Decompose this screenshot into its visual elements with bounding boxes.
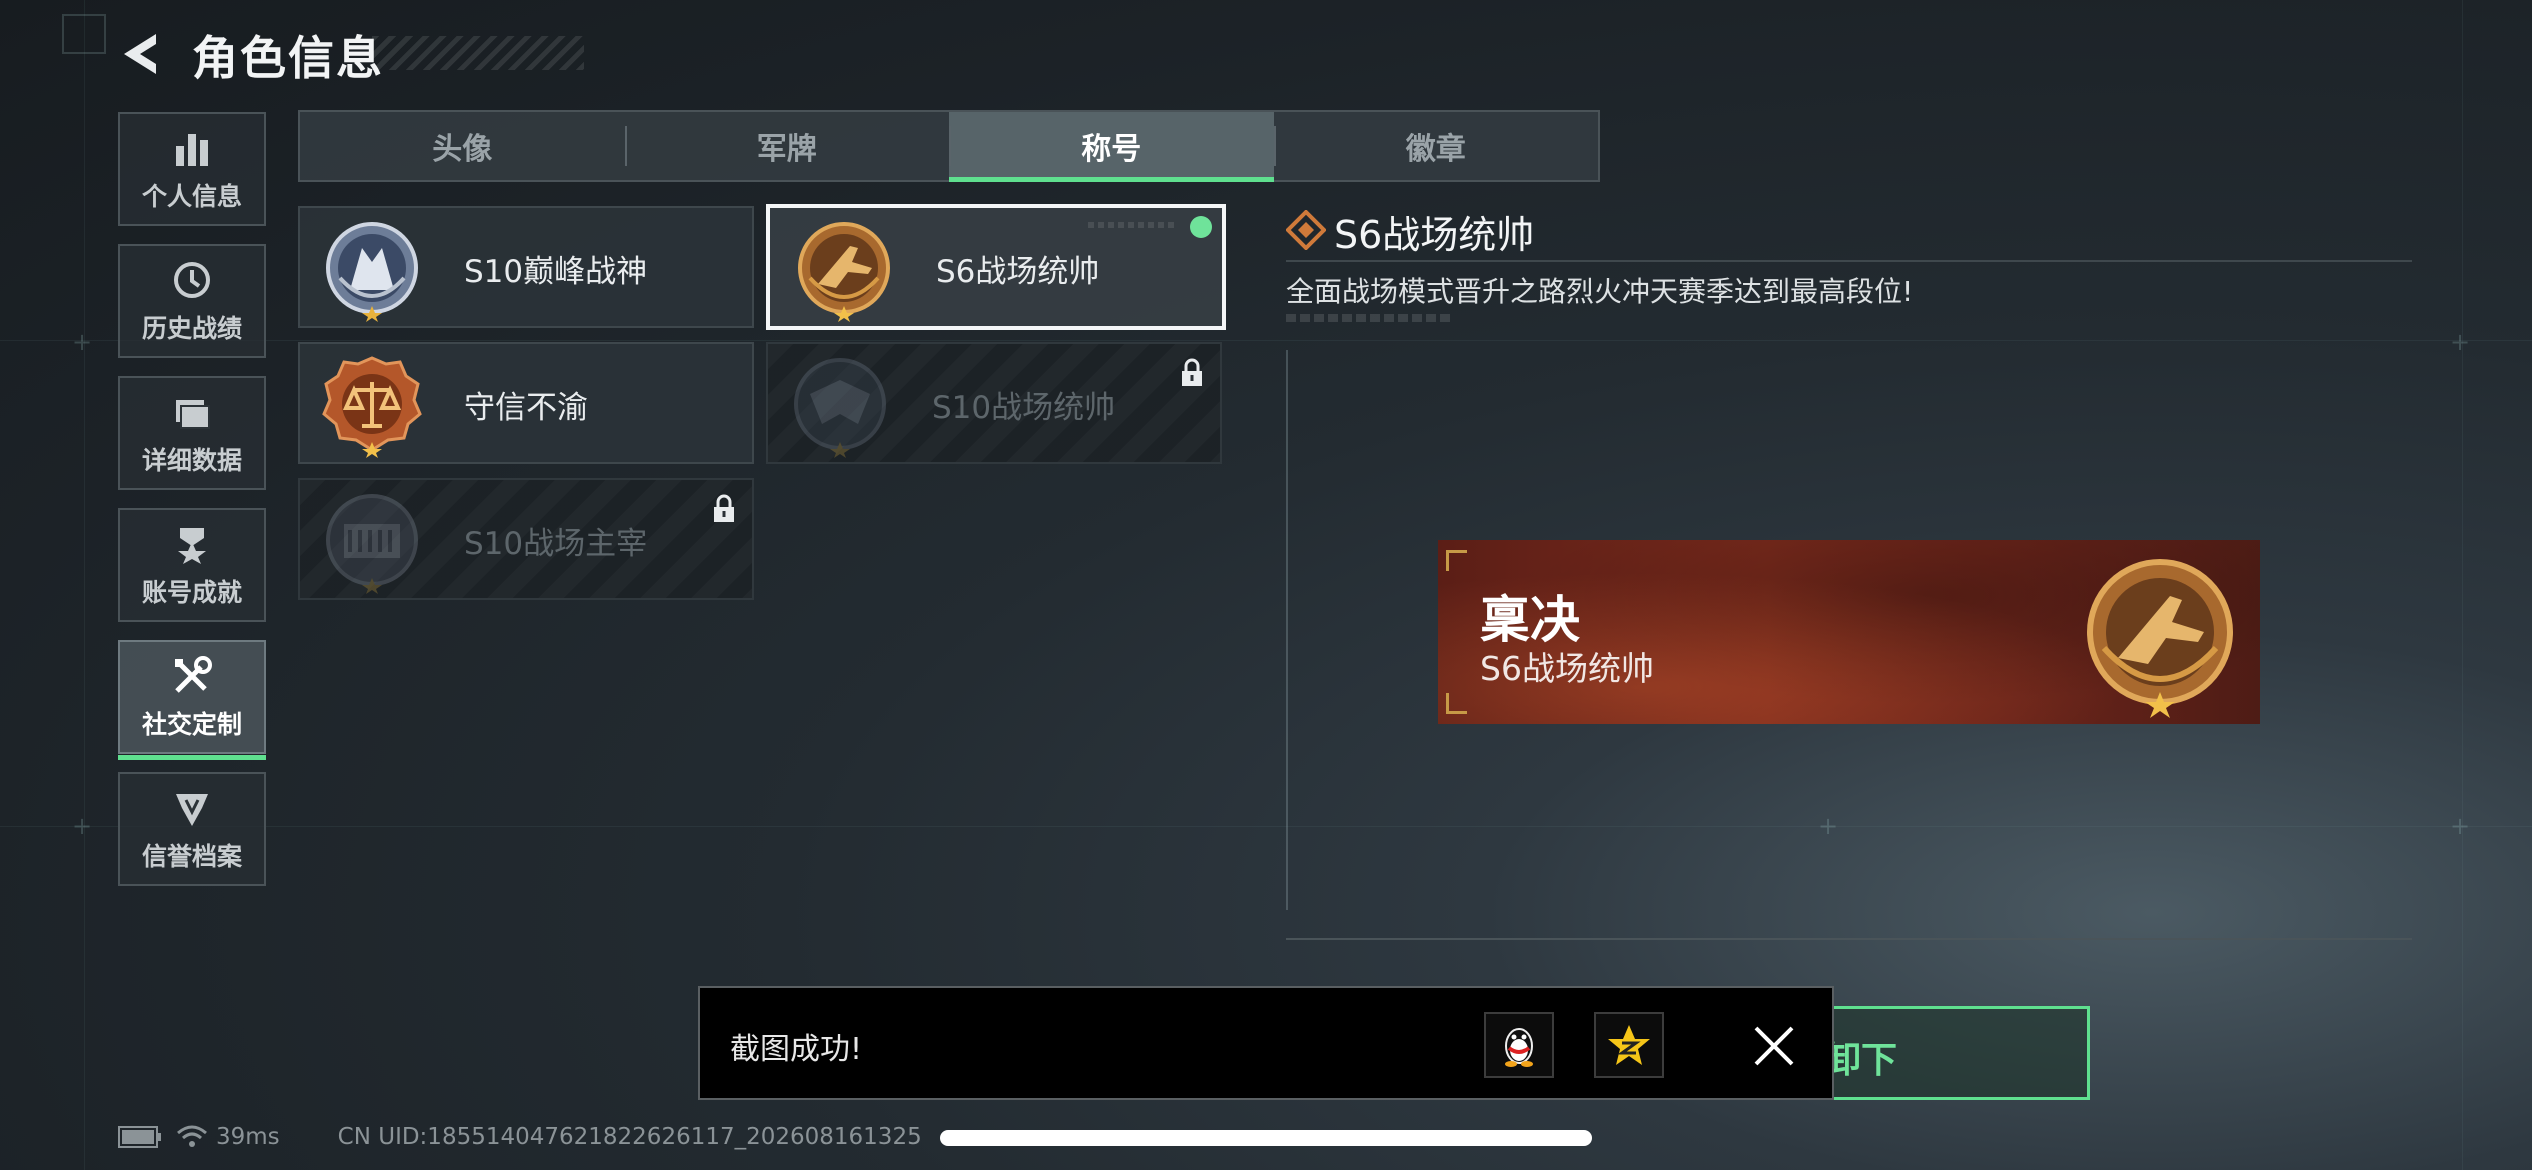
tab-dog-tag[interactable]: 军牌 xyxy=(624,112,950,180)
clock-icon xyxy=(169,257,215,303)
bg-grid-line xyxy=(0,340,2532,341)
nav-item-detailed-data[interactable]: 详细数据 xyxy=(118,376,266,490)
bg-crosshair: + xyxy=(1818,812,1839,840)
back-arrow-icon[interactable] xyxy=(118,30,162,78)
bronze-jet-badge-icon xyxy=(2087,559,2233,718)
wifi-icon xyxy=(177,1125,207,1147)
nav-item-label: 社交定制 xyxy=(141,710,242,739)
page-title: 角色信息 xyxy=(192,31,384,85)
nav-item-label: 信誉档案 xyxy=(141,842,242,871)
title-card-name: S10战场主宰 xyxy=(464,526,648,562)
folder-icon xyxy=(169,389,215,435)
preview-title: S6战场统帅 xyxy=(1480,649,1654,688)
title-card-name: S6战场统帅 xyxy=(936,254,1100,290)
title-preview-banner: 稟决 S6战场统帅 xyxy=(1438,540,2260,724)
bg-grid-line xyxy=(0,826,2532,827)
silver-peak-badge-icon xyxy=(326,222,418,322)
tab-avatar[interactable]: 头像 xyxy=(300,112,625,180)
qq-penguin-icon xyxy=(1505,1028,1533,1067)
detail-title: S6战场统帅 xyxy=(1334,213,1535,257)
title-card[interactable]: S10巅峰战神 xyxy=(298,206,754,328)
lock-icon xyxy=(1182,358,1202,386)
battery-icon xyxy=(118,1126,161,1148)
toast-message: 截图成功! xyxy=(730,1032,863,1067)
uid-text: CN UID:18551404762182262611​7_2026081613… xyxy=(337,1124,922,1150)
tab-badge[interactable]: 徽章 xyxy=(1273,112,1599,180)
title-diamond-icon xyxy=(1286,210,1326,250)
ping-text: 39ms xyxy=(216,1124,280,1150)
detail-decoration xyxy=(1286,314,1450,322)
bg-crosshair: + xyxy=(2450,328,2471,356)
nav-item-credit-profile[interactable]: 信誉档案 xyxy=(118,772,266,886)
close-icon[interactable] xyxy=(1746,1018,1802,1074)
screenshot-toast: 截图成功! xyxy=(698,986,1834,1100)
qzone-star-icon xyxy=(1608,1025,1650,1065)
nav-item-label: 详细数据 xyxy=(141,446,242,475)
scales-badge-icon xyxy=(322,356,422,458)
nav-item-label: 个人信息 xyxy=(141,182,242,211)
title-card-name: 守信不渝 xyxy=(464,390,588,426)
nav-item-achievements[interactable]: 账号成就 xyxy=(118,508,266,622)
bg-crosshair: + xyxy=(72,328,93,356)
share-qq-button[interactable] xyxy=(1484,1012,1554,1078)
bar-chart-icon xyxy=(169,125,215,171)
lock-icon xyxy=(714,494,734,522)
divider xyxy=(1286,260,2412,262)
home-indicator[interactable] xyxy=(940,1130,1592,1146)
detail-frame xyxy=(1286,350,1290,910)
title-card-locked[interactable]: S10战场主宰 xyxy=(298,478,754,600)
bronze-jet-badge-icon xyxy=(798,222,890,322)
tab-title[interactable]: 称号 xyxy=(949,112,1274,182)
colosseum-badge-icon xyxy=(326,494,418,594)
bg-crosshair: + xyxy=(72,812,93,840)
title-card-selected[interactable]: S6战场统帅 xyxy=(766,204,1226,330)
achievement-icon xyxy=(169,521,215,567)
banner-corner xyxy=(1446,550,1467,571)
tools-icon xyxy=(169,653,215,699)
status-bar: 39ms CN UID:18551404762182262611​7_20260… xyxy=(118,1120,922,1154)
title-card-name: S10巅峰战神 xyxy=(464,254,648,290)
share-qzone-button[interactable] xyxy=(1594,1012,1664,1078)
nav-item-history[interactable]: 历史战绩 xyxy=(118,244,266,358)
tab-bar: 头像 军牌 称号 徽章 xyxy=(298,110,1600,182)
bg-crosshair: + xyxy=(2450,812,2471,840)
divider xyxy=(1286,938,2412,940)
nav-item-social-custom[interactable]: 社交定制 xyxy=(118,640,266,760)
banner-corner xyxy=(1446,693,1467,714)
nav-item-personal-info[interactable]: 个人信息 xyxy=(118,112,266,226)
title-card[interactable]: 守信不渝 xyxy=(298,342,754,464)
unequip-button-label: 卸下 xyxy=(1825,1040,1898,1081)
card-decoration xyxy=(1088,222,1178,228)
credit-shield-icon xyxy=(169,785,215,831)
title-decoration xyxy=(372,36,584,70)
nav-item-label: 账号成就 xyxy=(141,578,242,607)
corner-decoration xyxy=(62,14,106,54)
title-card-name: S10战场统帅 xyxy=(932,390,1116,426)
equipped-indicator xyxy=(1190,216,1212,238)
nav-item-label: 历史战绩 xyxy=(141,314,242,343)
dark-commander-badge-icon xyxy=(794,358,886,458)
title-card-locked[interactable]: S10战场统帅 xyxy=(766,342,1222,464)
detail-description: 全面战场模式晋升之路烈火冲天赛季达到最高段位! xyxy=(1286,275,1914,308)
bg-grid-line xyxy=(84,0,85,1170)
bg-grid-line xyxy=(2462,0,2463,1170)
